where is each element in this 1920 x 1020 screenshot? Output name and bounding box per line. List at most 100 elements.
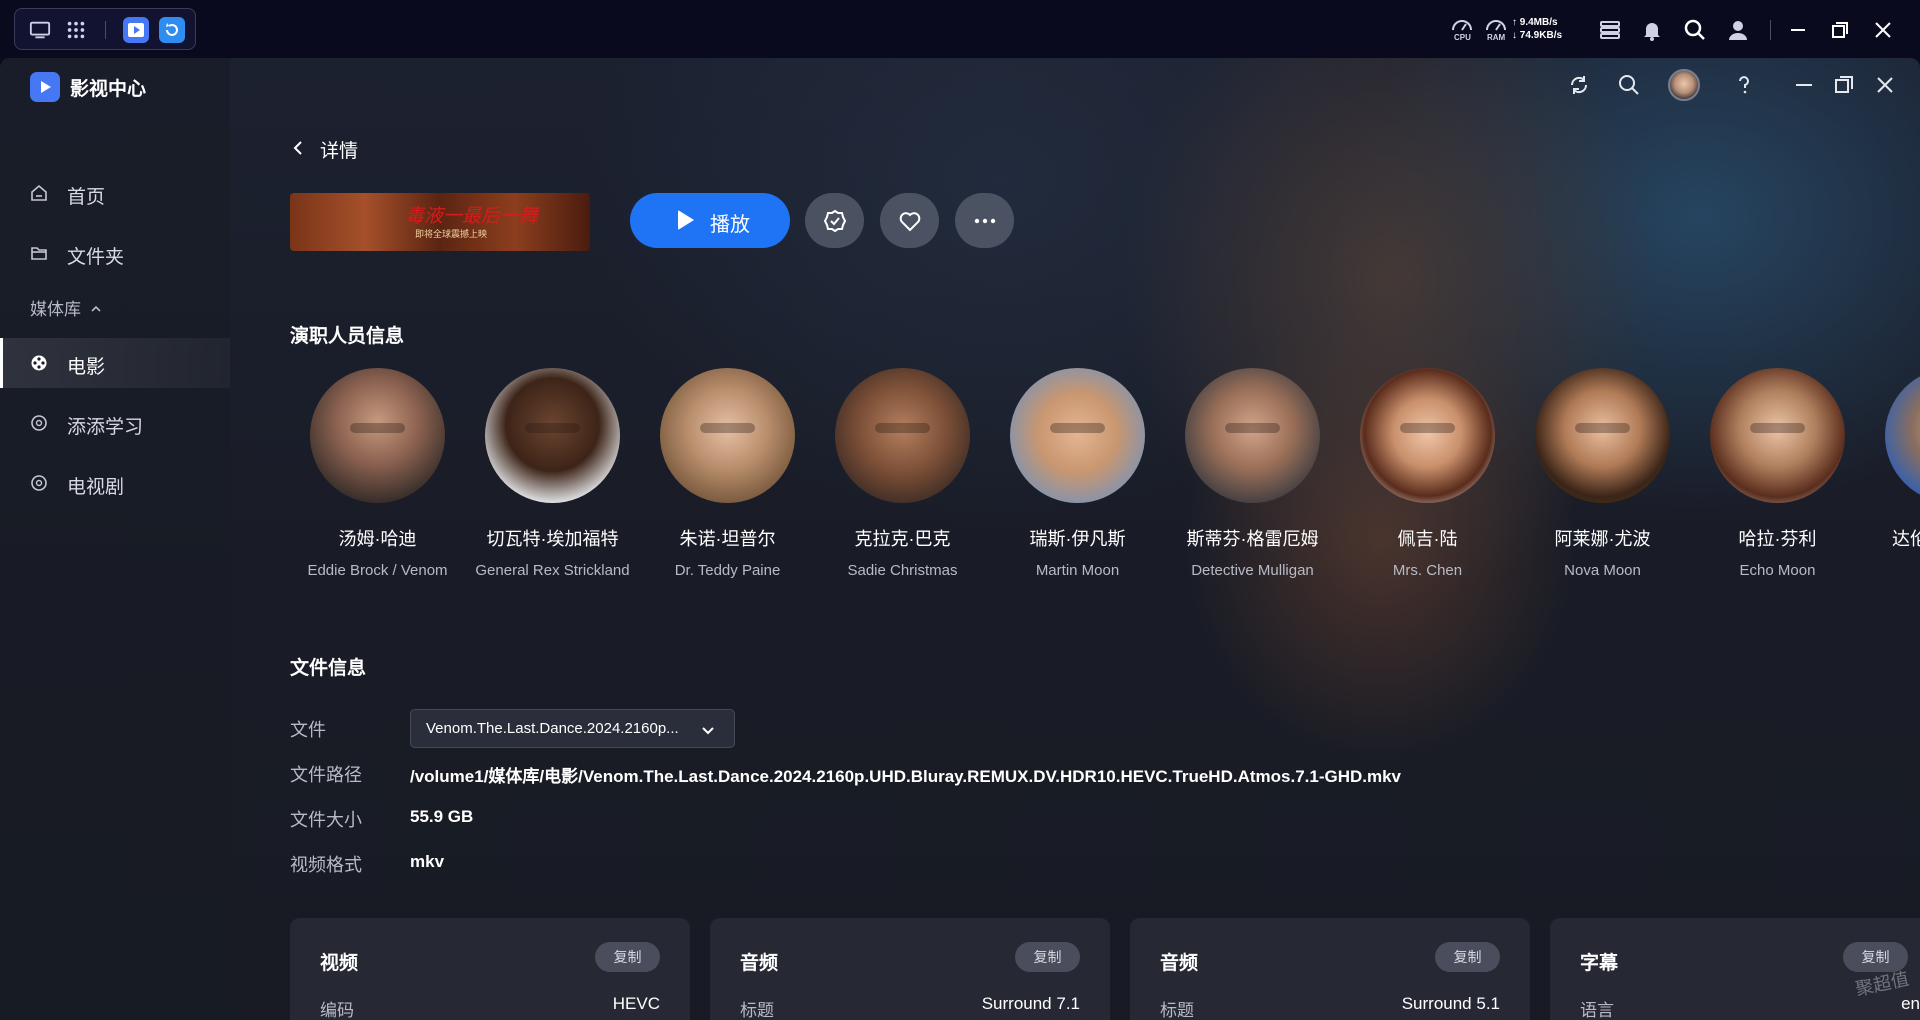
favorite-button[interactable]	[880, 193, 939, 248]
cast-role: Sadie Christmas	[847, 562, 958, 579]
task-manager-icon[interactable]	[1598, 18, 1622, 42]
sidebar: 影视中心 首页 文件夹 媒体库 电影 添添学习 电视剧	[0, 58, 230, 1020]
desktop-icon[interactable]	[29, 19, 51, 41]
card-value: Surround 7.1	[981, 994, 1080, 1013]
cast-card[interactable]: 佩吉·陆 Mrs. Chen	[1340, 368, 1515, 579]
cast-photo	[1885, 368, 1920, 503]
home-icon	[31, 184, 47, 201]
cast-card[interactable]: 汤姆·哈迪 Eddie Brock / Venom	[290, 368, 465, 579]
sidebar-item-label: 电影	[67, 357, 106, 378]
copy-button[interactable]: 复制	[1435, 942, 1500, 972]
user-icon[interactable]	[1726, 18, 1750, 42]
cast-section-title: 演职人员信息	[290, 326, 405, 347]
minimize-icon[interactable]	[1791, 72, 1817, 98]
cast-card[interactable]: 瑞斯·伊凡斯 Martin Moon	[990, 368, 1165, 579]
cast-name: 切瓦特·埃加福特	[486, 529, 619, 549]
app-window: 影视中心 首页 文件夹 媒体库 电影 添添学习 电视剧 详情 毒液一最后一舞 即…	[0, 58, 1920, 1020]
path-label: 文件路径	[290, 765, 362, 785]
file-select[interactable]: Venom.The.Last.Dance.2024.2160p...	[410, 709, 735, 748]
sidebar-item-label: 添添学习	[67, 417, 144, 438]
card-value: Surround 5.1	[1401, 994, 1500, 1013]
card-title: 音频	[740, 953, 779, 974]
cast-card[interactable]: 克拉克·巴克 Sadie Christmas	[815, 368, 990, 579]
play-label: 播放	[710, 214, 750, 236]
sync-app-icon[interactable]	[159, 17, 185, 43]
format-value: mkv	[410, 852, 445, 871]
sidebar-item-home[interactable]: 首页	[0, 168, 230, 218]
cast-role: Nova Moon	[1564, 562, 1641, 579]
search-icon[interactable]	[1683, 18, 1707, 42]
cast-photo	[1710, 368, 1845, 503]
page-title[interactable]: 详情	[320, 136, 358, 163]
cast-card[interactable]: 斯蒂芬·格雷厄姆 Detective Mulligan	[1165, 368, 1340, 579]
audio-stream-card: 音频 复制 标题 Surround 7.1	[710, 918, 1110, 1020]
sidebar-item-label: 首页	[67, 187, 106, 208]
format-label: 视频格式	[290, 855, 362, 875]
sidebar-item-movies[interactable]: 电影	[0, 338, 230, 388]
taskbar-app-group	[14, 8, 196, 50]
audio-stream-card: 音频 复制 标题 Surround 5.1	[1130, 918, 1530, 1020]
film-reel-icon	[31, 475, 47, 491]
os-separator	[1770, 20, 1771, 40]
cast-role: Echo Moon	[1739, 562, 1816, 579]
cast-card[interactable]: 阿莱娜·尤波 Nova Moon	[1515, 368, 1690, 579]
video-center-app-icon[interactable]	[123, 17, 149, 43]
notification-bell-icon[interactable]	[1640, 18, 1664, 42]
chevron-up-icon	[91, 305, 101, 312]
cast-photo	[1535, 368, 1670, 503]
cast-card[interactable]: 达伦	[1865, 368, 1920, 562]
file-select-value: Venom.The.Last.Dance.2024.2160p...	[426, 720, 679, 737]
video-stream-card: 视频 复制 编码 HEVC	[290, 918, 690, 1020]
os-taskbar: CPU RAM ↑ 9.4MB/s ↓ 74.9KB/s	[0, 0, 1920, 58]
cast-photo	[835, 368, 970, 503]
file-section-title: 文件信息	[290, 658, 367, 679]
network-speed: ↑ 9.4MB/s ↓ 74.9KB/s	[1512, 16, 1562, 42]
poster-title: 毒液一最后一舞	[405, 205, 539, 227]
os-restore-icon[interactable]	[1828, 18, 1852, 42]
card-value: HEVC	[612, 994, 660, 1013]
movie-poster-banner: 毒液一最后一舞 即将全球震撼上映	[290, 193, 590, 251]
app-logo-icon	[30, 72, 60, 102]
cast-card[interactable]: 朱诺·坦普尔 Dr. Teddy Paine	[640, 368, 815, 579]
more-options-button[interactable]	[955, 193, 1014, 248]
cast-name: 佩吉·陆	[1397, 529, 1458, 549]
cast-photo	[485, 368, 620, 503]
cast-role: Martin Moon	[1035, 562, 1120, 579]
cast-card[interactable]: 切瓦特·埃加福特 General Rex Strickland	[465, 368, 640, 579]
cast-name: 达伦	[1892, 529, 1920, 549]
copy-button[interactable]: 复制	[595, 942, 660, 972]
file-label: 文件	[290, 720, 326, 740]
avatar[interactable]	[1668, 69, 1700, 101]
sidebar-item-study[interactable]: 添添学习	[0, 398, 230, 448]
app-search-icon[interactable]	[1616, 72, 1642, 98]
cast-role: Detective Mulligan	[1191, 562, 1314, 579]
os-close-icon[interactable]	[1871, 18, 1895, 42]
cast-photo	[660, 368, 795, 503]
help-icon[interactable]	[1731, 72, 1757, 98]
app-grid-icon[interactable]	[65, 19, 87, 41]
more-dots-icon	[974, 218, 996, 224]
cast-role: Dr. Teddy Paine	[674, 562, 781, 579]
os-minimize-icon[interactable]	[1786, 18, 1810, 42]
folder-icon	[31, 247, 47, 260]
sidebar-item-folder[interactable]: 文件夹	[0, 228, 230, 278]
card-key: 编码	[320, 1001, 354, 1020]
sidebar-item-label: 文件夹	[67, 247, 125, 268]
chevron-down-icon	[702, 727, 714, 735]
cast-photo	[1360, 368, 1495, 503]
close-icon[interactable]	[1872, 72, 1898, 98]
subtitle-stream-card: 字幕 复制 语言 en	[1550, 918, 1920, 1020]
refresh-icon[interactable]	[1566, 72, 1592, 98]
mark-watched-button[interactable]	[805, 193, 864, 248]
play-button[interactable]: 播放	[630, 193, 790, 248]
back-chevron-icon[interactable]	[290, 140, 306, 156]
card-value: en	[1901, 994, 1920, 1013]
copy-button[interactable]: 复制	[1015, 942, 1080, 972]
media-library-toggle[interactable]: 媒体库	[30, 295, 102, 320]
cast-role: Eddie Brock / Venom	[307, 562, 448, 579]
cast-card[interactable]: 哈拉·芬利 Echo Moon	[1690, 368, 1865, 579]
restore-icon[interactable]	[1831, 72, 1857, 98]
path-value: /volume1/媒体库/电影/Venom.The.Last.Dance.202…	[410, 767, 1402, 786]
sidebar-item-tv-series[interactable]: 电视剧	[0, 458, 230, 508]
cast-name: 汤姆·哈迪	[338, 529, 417, 549]
